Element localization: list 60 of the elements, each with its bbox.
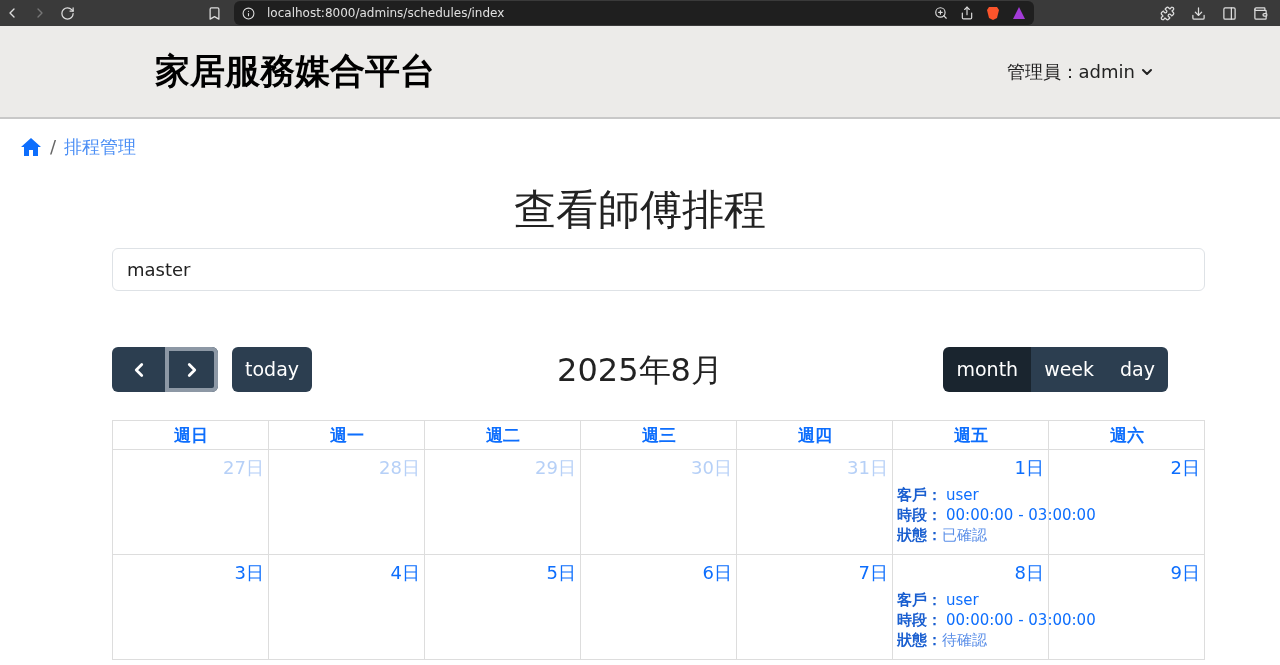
day-number: 8日 [1014,561,1044,585]
day-number: 29日 [535,456,576,480]
event-value: user [946,485,979,505]
weekday-header: 週三 [581,421,737,450]
zoom-icon[interactable] [934,6,948,20]
next-button[interactable] [165,347,218,392]
address-bar[interactable]: localhost:8000/admins/schedules/index [234,1,1034,25]
weekday-header: 週一 [269,421,425,450]
view-tab[interactable]: day [1107,347,1168,392]
breadcrumb-separator: / [50,135,57,159]
event-value: 00:00:00 - 03:00:00 [946,610,1096,630]
weekday-header: 週五 [893,421,1049,450]
triangle-icon[interactable] [1012,6,1026,20]
home-icon[interactable] [20,136,42,157]
day-number: 7日 [858,561,888,585]
share-icon[interactable] [960,6,974,20]
weekday-header: 週日 [113,421,269,450]
weekday-header: 週二 [425,421,581,450]
event-label: 狀態： [897,630,942,650]
event-label: 客戶： [897,485,942,505]
day-number: 3日 [234,561,264,585]
day-number: 5日 [546,561,576,585]
day-number: 4日 [390,561,420,585]
master-field[interactable]: master [112,248,1205,291]
schedule-event[interactable]: 客戶： user 時段： 00:00:00 - 03:00:00 狀態：已確認 [897,485,1096,545]
event-label: 時段： [897,610,942,630]
day-number: 6日 [702,561,732,585]
day-number: 27日 [223,456,264,480]
day-number: 9日 [1170,561,1200,585]
event-status: 已確認 [942,525,987,545]
download-icon[interactable] [1191,5,1206,21]
calendar-title: 2025年8月 [557,349,723,391]
url-text: localhost:8000/admins/schedules/index [267,5,506,22]
weekday-header: 週六 [1049,421,1205,450]
info-icon [242,6,255,20]
day-number: 1日 [1014,456,1044,480]
today-button[interactable]: today [232,347,313,392]
weekday-header: 週四 [737,421,893,450]
page-title: 查看師傅排程 [514,184,766,236]
event-label: 狀態： [897,525,942,545]
view-tab[interactable]: week [1031,347,1108,392]
event-value: 00:00:00 - 03:00:00 [946,505,1096,525]
view-tab[interactable]: month [943,347,1032,392]
user-menu[interactable]: 管理員：admin [1006,58,1155,85]
schedule-event[interactable]: 客戶： user 時段： 00:00:00 - 03:00:00 狀態：待確認 [897,590,1096,650]
event-label: 客戶： [897,590,942,610]
day-number: 28日 [379,456,420,480]
event-label: 時段： [897,505,942,525]
event-status: 待確認 [942,630,987,650]
brand-title[interactable]: 家居服務媒合平台 [155,45,435,98]
day-number: 31日 [847,456,888,480]
previous-button[interactable] [112,347,165,392]
day-number: 30日 [691,456,732,480]
bookmark-icon[interactable] [207,5,222,21]
extensions-icon[interactable] [1160,5,1175,21]
sidebar-icon[interactable] [1222,5,1237,21]
day-number: 2日 [1170,456,1200,480]
reload-icon[interactable] [60,5,75,21]
wallet-icon[interactable] [1253,5,1268,21]
event-value: user [946,590,979,610]
